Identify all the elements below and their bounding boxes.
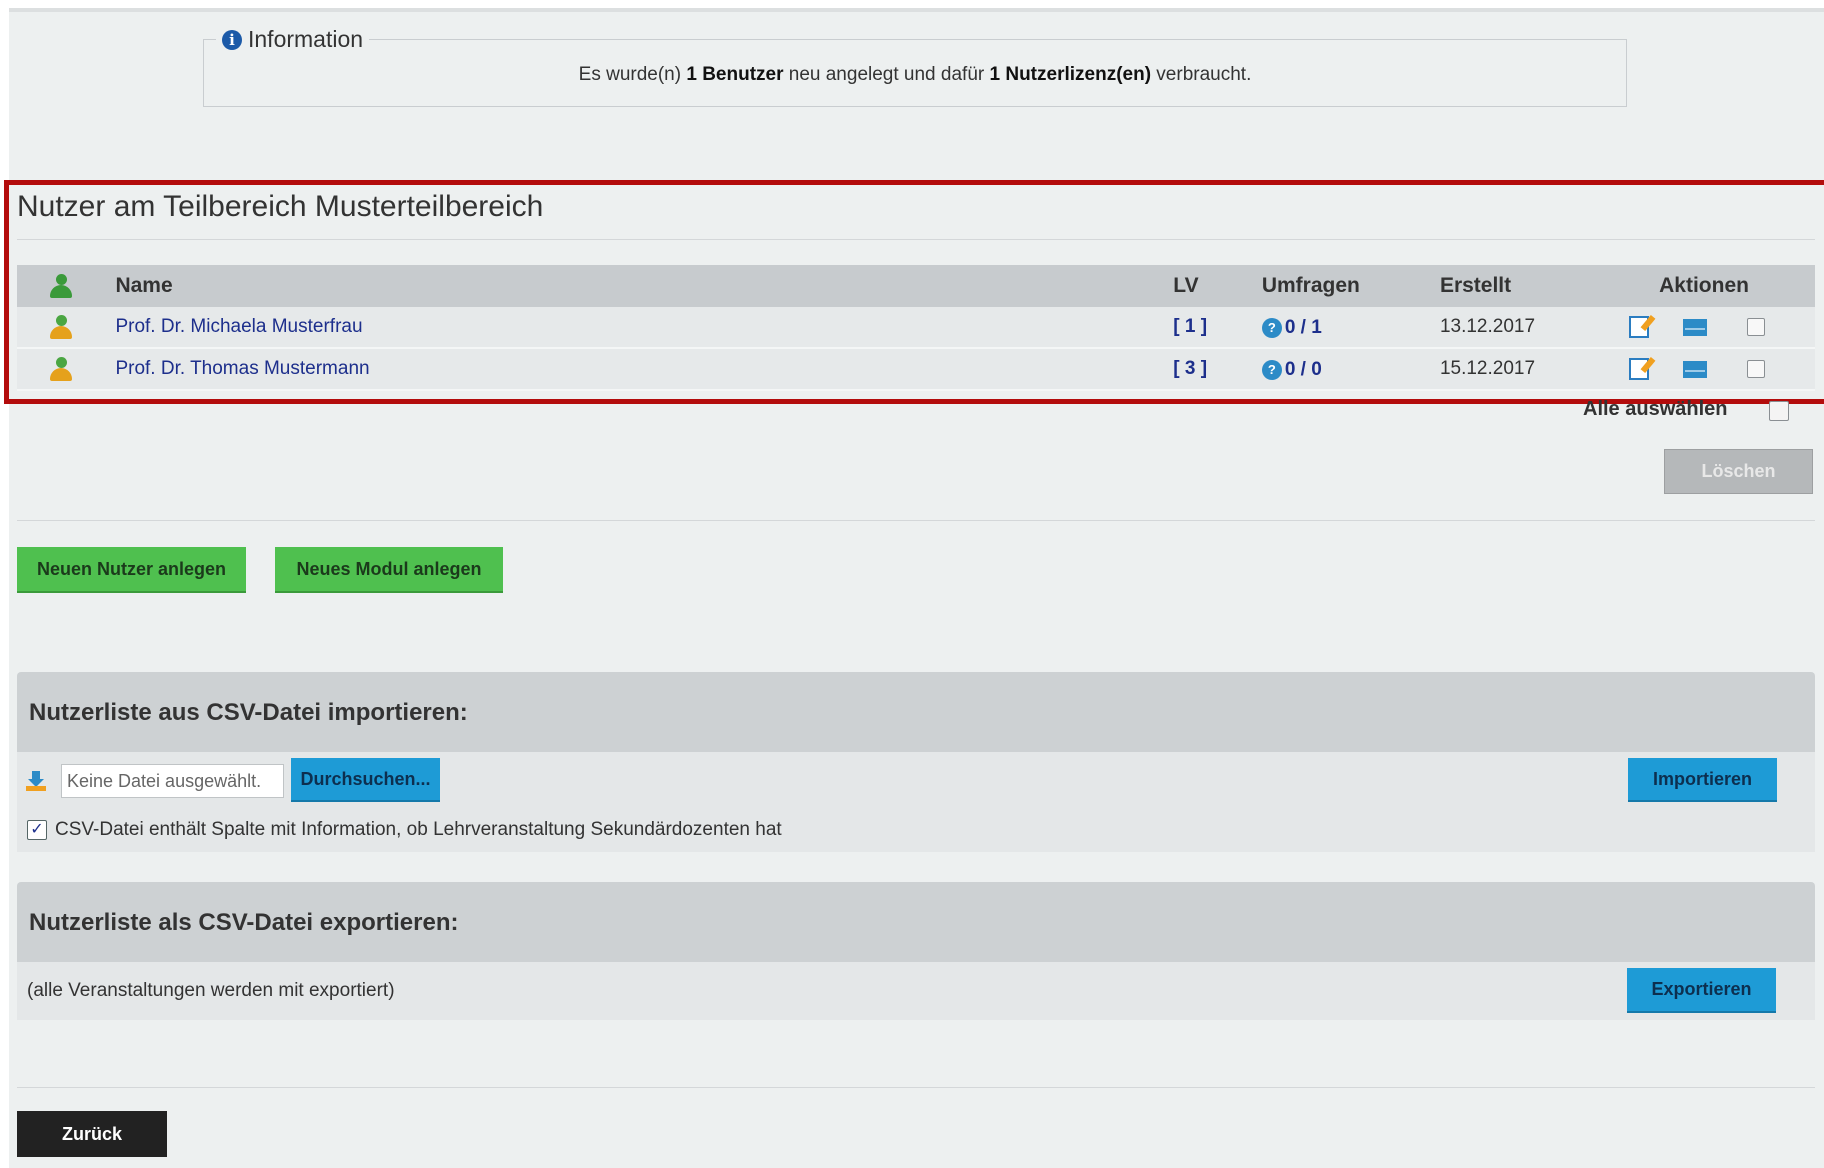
information-message: Es wurde(n) 1 Benutzer neu angelegt und … [204, 64, 1626, 86]
lv-link[interactable]: [ 1 ] [1173, 316, 1207, 337]
row-user-icon-cell [17, 348, 106, 391]
delete-button[interactable]: Löschen [1664, 449, 1813, 494]
row-user-icon-cell [17, 307, 106, 349]
back-button[interactable]: Zurück [17, 1111, 167, 1157]
new-user-button[interactable]: Neuen Nutzer anlegen [17, 547, 246, 593]
table-header-row: Name LV Umfragen Erstellt Aktionen [17, 265, 1815, 307]
top-divider [9, 8, 1824, 12]
import-button[interactable]: Importieren [1628, 758, 1777, 802]
lv-link[interactable]: [ 3 ] [1173, 358, 1207, 379]
table-row: Prof. Dr. Thomas Mustermann [ 3 ] ? 0 / … [17, 348, 1815, 391]
umfragen-cell: ? 0 / 0 [1261, 348, 1440, 391]
header-aktionen: Aktionen [1613, 265, 1815, 307]
lv-cell: [ 1 ] [1173, 307, 1262, 349]
select-all-label: Alle auswählen [1583, 398, 1728, 420]
file-input[interactable]: Keine Datei ausgewählt. [61, 764, 284, 798]
erstellt-cell: 15.12.2017 [1439, 348, 1614, 391]
lv-cell: [ 3 ] [1173, 348, 1262, 391]
header-name[interactable]: Name [105, 265, 1174, 307]
info-msg-pre: Es wurde(n) [578, 64, 687, 85]
info-icon: i [222, 29, 242, 50]
export-panel-header: Nutzerliste als CSV-Datei exportieren: [17, 882, 1815, 962]
csv-secondary-lecturer-label: CSV-Datei enthält Spalte mit Information… [55, 819, 782, 840]
divider [17, 1087, 1815, 1088]
survey-icon: ? [1261, 317, 1282, 338]
title-divider [17, 239, 1815, 240]
umfragen-cell: ? 0 / 1 [1261, 307, 1440, 349]
edit-icon[interactable] [1629, 358, 1650, 380]
person-icon [50, 357, 73, 381]
select-all-checkbox[interactable] [1769, 401, 1789, 421]
information-legend: i Information [216, 26, 370, 53]
browse-button[interactable]: Durchsuchen... [291, 758, 440, 802]
import-title: Nutzerliste aus CSV-Datei importieren: [29, 699, 468, 726]
mail-icon[interactable] [1683, 360, 1708, 378]
row-select-checkbox[interactable] [1747, 360, 1766, 378]
information-legend-label: Information [248, 26, 364, 52]
new-module-button[interactable]: Neues Modul anlegen [275, 547, 503, 593]
download-icon [26, 771, 46, 791]
header-user-icon-cell [17, 265, 106, 307]
edit-icon[interactable] [1629, 316, 1650, 338]
row-select-checkbox[interactable] [1747, 318, 1766, 336]
header-umfragen[interactable]: Umfragen [1261, 265, 1440, 307]
umfragen-link[interactable]: ? 0 / 0 [1261, 358, 1322, 381]
info-msg-mid: neu angelegt und dafür [783, 64, 990, 85]
csv-secondary-lecturer-checkbox[interactable]: ✓ [27, 820, 47, 840]
page-title: Nutzer am Teilbereich Musterteilbereich [17, 190, 544, 223]
user-name-cell: Prof. Dr. Thomas Mustermann [105, 348, 1174, 391]
actions-cell [1613, 307, 1815, 349]
user-name-link[interactable]: Prof. Dr. Michaela Musterfrau [115, 316, 362, 337]
divider [17, 520, 1815, 521]
info-msg-post: verbraucht. [1151, 64, 1252, 85]
umfragen-count: 0 / 0 [1284, 358, 1322, 380]
umfragen-count: 0 / 1 [1284, 316, 1322, 338]
header-erstellt[interactable]: Erstellt [1439, 265, 1614, 307]
user-name-link[interactable]: Prof. Dr. Thomas Mustermann [115, 358, 369, 379]
person-icon [50, 274, 73, 299]
actions-cell [1613, 348, 1815, 391]
export-button[interactable]: Exportieren [1627, 968, 1776, 1013]
erstellt-cell: 13.12.2017 [1439, 307, 1614, 349]
mail-icon[interactable] [1683, 318, 1708, 336]
info-msg-licenses: 1 Nutzerlizenz(en) [989, 64, 1152, 85]
export-note: (alle Veranstaltungen werden mit exporti… [27, 980, 395, 1001]
information-box: i Information Es wurde(n) 1 Benutzer neu… [203, 26, 1627, 107]
info-msg-users: 1 Benutzer [686, 64, 784, 85]
export-title: Nutzerliste als CSV-Datei exportieren: [29, 909, 459, 936]
umfragen-link[interactable]: ? 0 / 1 [1261, 316, 1322, 339]
header-lv[interactable]: LV [1173, 265, 1262, 307]
survey-icon: ? [1261, 359, 1282, 380]
import-panel-header: Nutzerliste aus CSV-Datei importieren: [17, 672, 1815, 752]
user-name-cell: Prof. Dr. Michaela Musterfrau [105, 307, 1174, 349]
user-table: Name LV Umfragen Erstellt Aktionen Prof.… [17, 265, 1815, 391]
table-row: Prof. Dr. Michaela Musterfrau [ 1 ] ? 0 … [17, 307, 1815, 349]
person-icon [50, 315, 73, 339]
